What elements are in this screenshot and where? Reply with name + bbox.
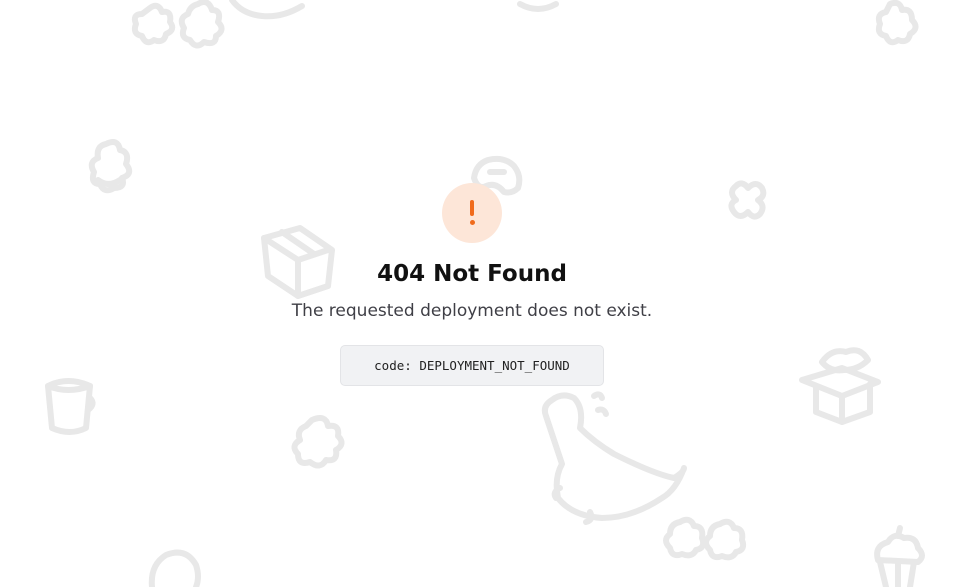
error-title: 404 Not Found bbox=[377, 261, 567, 287]
background-doodles bbox=[45, 0, 925, 587]
flower-doodle-icon bbox=[728, 180, 767, 220]
error-code: DEPLOYMENT_NOT_FOUND bbox=[419, 358, 570, 373]
flower-doodle-icon bbox=[178, 0, 225, 49]
flower-doodle-icon bbox=[703, 518, 747, 561]
flower-doodle-icon bbox=[663, 516, 707, 559]
head-doodle-icon bbox=[148, 549, 201, 587]
error-code-prefix: code: bbox=[374, 358, 420, 373]
cup-doodle-icon bbox=[517, 1, 559, 12]
error-message: The requested deployment does not exist. bbox=[291, 301, 653, 321]
flower-doodle-icon bbox=[131, 2, 176, 46]
open-box-doodle-icon bbox=[799, 347, 881, 425]
alert-icon-badge bbox=[442, 183, 502, 243]
flower-doodle-icon bbox=[291, 415, 345, 469]
error-code-box: code: DEPLOYMENT_NOT_FOUND bbox=[340, 345, 604, 386]
error-page: 404 Not Found The requested deployment d… bbox=[0, 0, 975, 587]
flower-doodle-icon bbox=[88, 139, 133, 194]
flower-doodle-icon bbox=[875, 0, 919, 46]
bucket-doodle-icon bbox=[45, 378, 96, 435]
dino-doodle-icon bbox=[541, 391, 687, 525]
dino-doodle-icon bbox=[229, 0, 305, 20]
cupcake-doodle-icon bbox=[874, 525, 925, 587]
